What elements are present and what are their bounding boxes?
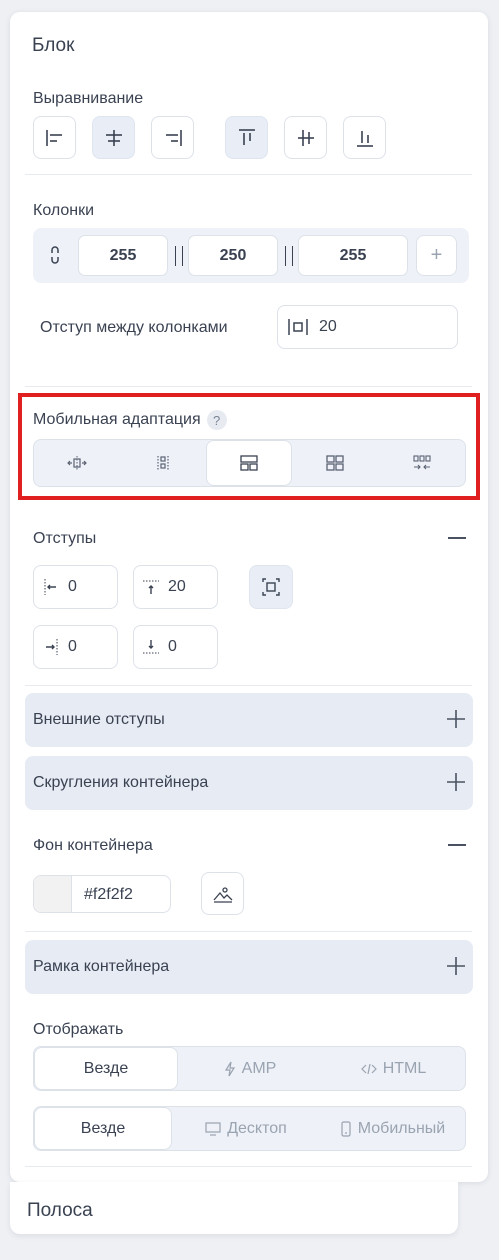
padding-left-icon — [44, 579, 56, 595]
mobile-phone-icon — [341, 1120, 351, 1137]
column-separator[interactable] — [175, 246, 183, 266]
bg-color-swatch[interactable] — [34, 876, 72, 912]
align-right-button[interactable] — [151, 116, 194, 159]
container-border-label: Рамка контейнера — [33, 958, 170, 975]
container-radius-label: Скругления контейнера — [33, 774, 209, 791]
vertical-layout-icon — [157, 456, 169, 470]
display-everywhere-option[interactable]: Везде — [34, 1047, 178, 1090]
columns-label: Колонки — [33, 202, 95, 219]
desktop-icon — [205, 1121, 221, 1136]
padding-left-input[interactable]: 0 — [33, 565, 118, 609]
mobile-option-vertical[interactable] — [120, 440, 206, 486]
padding-bottom-icon — [143, 640, 159, 654]
columns-group: 255 250 255 + — [33, 228, 469, 283]
padding-right-icon — [46, 639, 58, 655]
column-width-input-1[interactable]: 255 — [78, 235, 168, 276]
column-gap-label: Отступ между колонками — [40, 319, 228, 336]
divider — [25, 1166, 472, 1167]
add-column-button[interactable]: + — [416, 235, 457, 276]
bg-color-input[interactable]: #f2f2f2 — [33, 875, 171, 913]
padding-top-icon — [143, 580, 159, 594]
image-icon — [213, 886, 232, 903]
column-width-input-3[interactable]: 255 — [298, 235, 408, 276]
column-gap-input[interactable]: 20 — [277, 305, 458, 349]
align-bottom-button[interactable] — [343, 116, 386, 159]
device-desktop-label: Десктоп — [227, 1119, 287, 1137]
mobile-adaptation-options — [33, 439, 466, 487]
display-device-toggle: Везде Десктоп Мобильный — [33, 1106, 466, 1151]
display-format-toggle: Везде AMP HTML — [33, 1046, 466, 1091]
expand-plus-icon — [447, 773, 465, 791]
align-top-icon — [238, 128, 255, 145]
display-html-option[interactable]: HTML — [322, 1047, 465, 1090]
divider — [25, 174, 472, 175]
help-icon[interactable]: ? — [206, 410, 227, 430]
mobile-option-grid[interactable] — [292, 440, 378, 486]
padding-top-input[interactable]: 20 — [133, 565, 218, 609]
strip-title: Полоса — [27, 1200, 93, 1221]
device-mobile-label: Мобильный — [357, 1119, 446, 1137]
align-left-button[interactable] — [33, 116, 76, 159]
padding-right-value: 0 — [68, 638, 77, 655]
padding-top-value: 20 — [168, 578, 186, 595]
display-label: Отображать — [33, 1021, 124, 1038]
strip-panel[interactable]: Полоса — [10, 1182, 458, 1234]
column-width-input-2[interactable]: 250 — [188, 235, 278, 276]
mobile-adaptation-text: Мобильная адаптация — [33, 411, 201, 429]
device-desktop-option[interactable]: Десктоп — [172, 1107, 320, 1150]
padding-link-button[interactable] — [249, 565, 293, 609]
outer-margins-label: Внешние отступы — [33, 711, 165, 728]
padding-right-input[interactable]: 0 — [33, 625, 118, 669]
padding-bottom-value: 0 — [168, 638, 177, 655]
mobile-option-horizontal[interactable] — [34, 440, 120, 486]
alignment-label: Выравнивание — [33, 90, 144, 107]
padding-label: Отступы — [33, 530, 97, 547]
compress-layout-icon — [412, 455, 431, 470]
align-bottom-icon — [356, 130, 373, 147]
bg-image-button[interactable] — [201, 872, 244, 915]
column-separator[interactable] — [285, 246, 293, 266]
align-center-button[interactable] — [92, 116, 135, 159]
horizontal-layout-icon — [67, 456, 87, 470]
code-icon — [360, 1063, 377, 1074]
stacked-layout-icon — [240, 455, 258, 471]
display-amp-label: AMP — [241, 1059, 277, 1077]
collapse-padding-icon[interactable] — [448, 537, 466, 539]
link-icon[interactable] — [49, 244, 61, 266]
display-amp-option[interactable]: AMP — [178, 1047, 322, 1090]
container-border-accordion[interactable]: Рамка контейнера — [25, 940, 473, 994]
display-html-label: HTML — [382, 1059, 427, 1077]
mobile-adaptation-label: Мобильная адаптация? — [33, 410, 227, 430]
divider — [25, 386, 472, 387]
padding-left-value: 0 — [68, 578, 77, 595]
align-right-icon — [165, 129, 182, 146]
divider — [25, 931, 472, 932]
padding-all-icon — [262, 578, 280, 596]
expand-plus-icon — [447, 710, 465, 728]
outer-margins-accordion[interactable]: Внешние отступы — [25, 693, 473, 747]
mobile-option-stacked[interactable] — [206, 440, 292, 486]
device-mobile-option[interactable]: Мобильный — [320, 1107, 465, 1150]
collapse-bg-icon[interactable] — [448, 844, 466, 846]
device-everywhere-option[interactable]: Везде — [34, 1107, 172, 1150]
padding-bottom-input[interactable]: 0 — [133, 625, 218, 669]
container-radius-accordion[interactable]: Скругления контейнера — [25, 756, 473, 810]
align-left-icon — [45, 129, 62, 146]
bg-color-value: #f2f2f2 — [84, 886, 133, 903]
grid-layout-icon — [326, 455, 344, 471]
align-top-button[interactable] — [225, 116, 268, 159]
align-middle-button[interactable] — [284, 116, 327, 159]
mobile-option-compress[interactable] — [378, 440, 465, 486]
lightning-icon — [224, 1061, 235, 1076]
align-center-icon — [105, 129, 122, 146]
divider — [25, 685, 472, 686]
block-settings-panel: Блок Выравнивание Колонки 255 250 255 + … — [10, 12, 488, 1182]
expand-plus-icon — [447, 957, 465, 975]
column-gap-icon — [288, 319, 308, 335]
column-gap-value: 20 — [319, 318, 337, 335]
container-bg-label: Фон контейнера — [33, 837, 153, 854]
align-middle-icon — [297, 129, 314, 146]
panel-title: Блок — [32, 35, 75, 56]
